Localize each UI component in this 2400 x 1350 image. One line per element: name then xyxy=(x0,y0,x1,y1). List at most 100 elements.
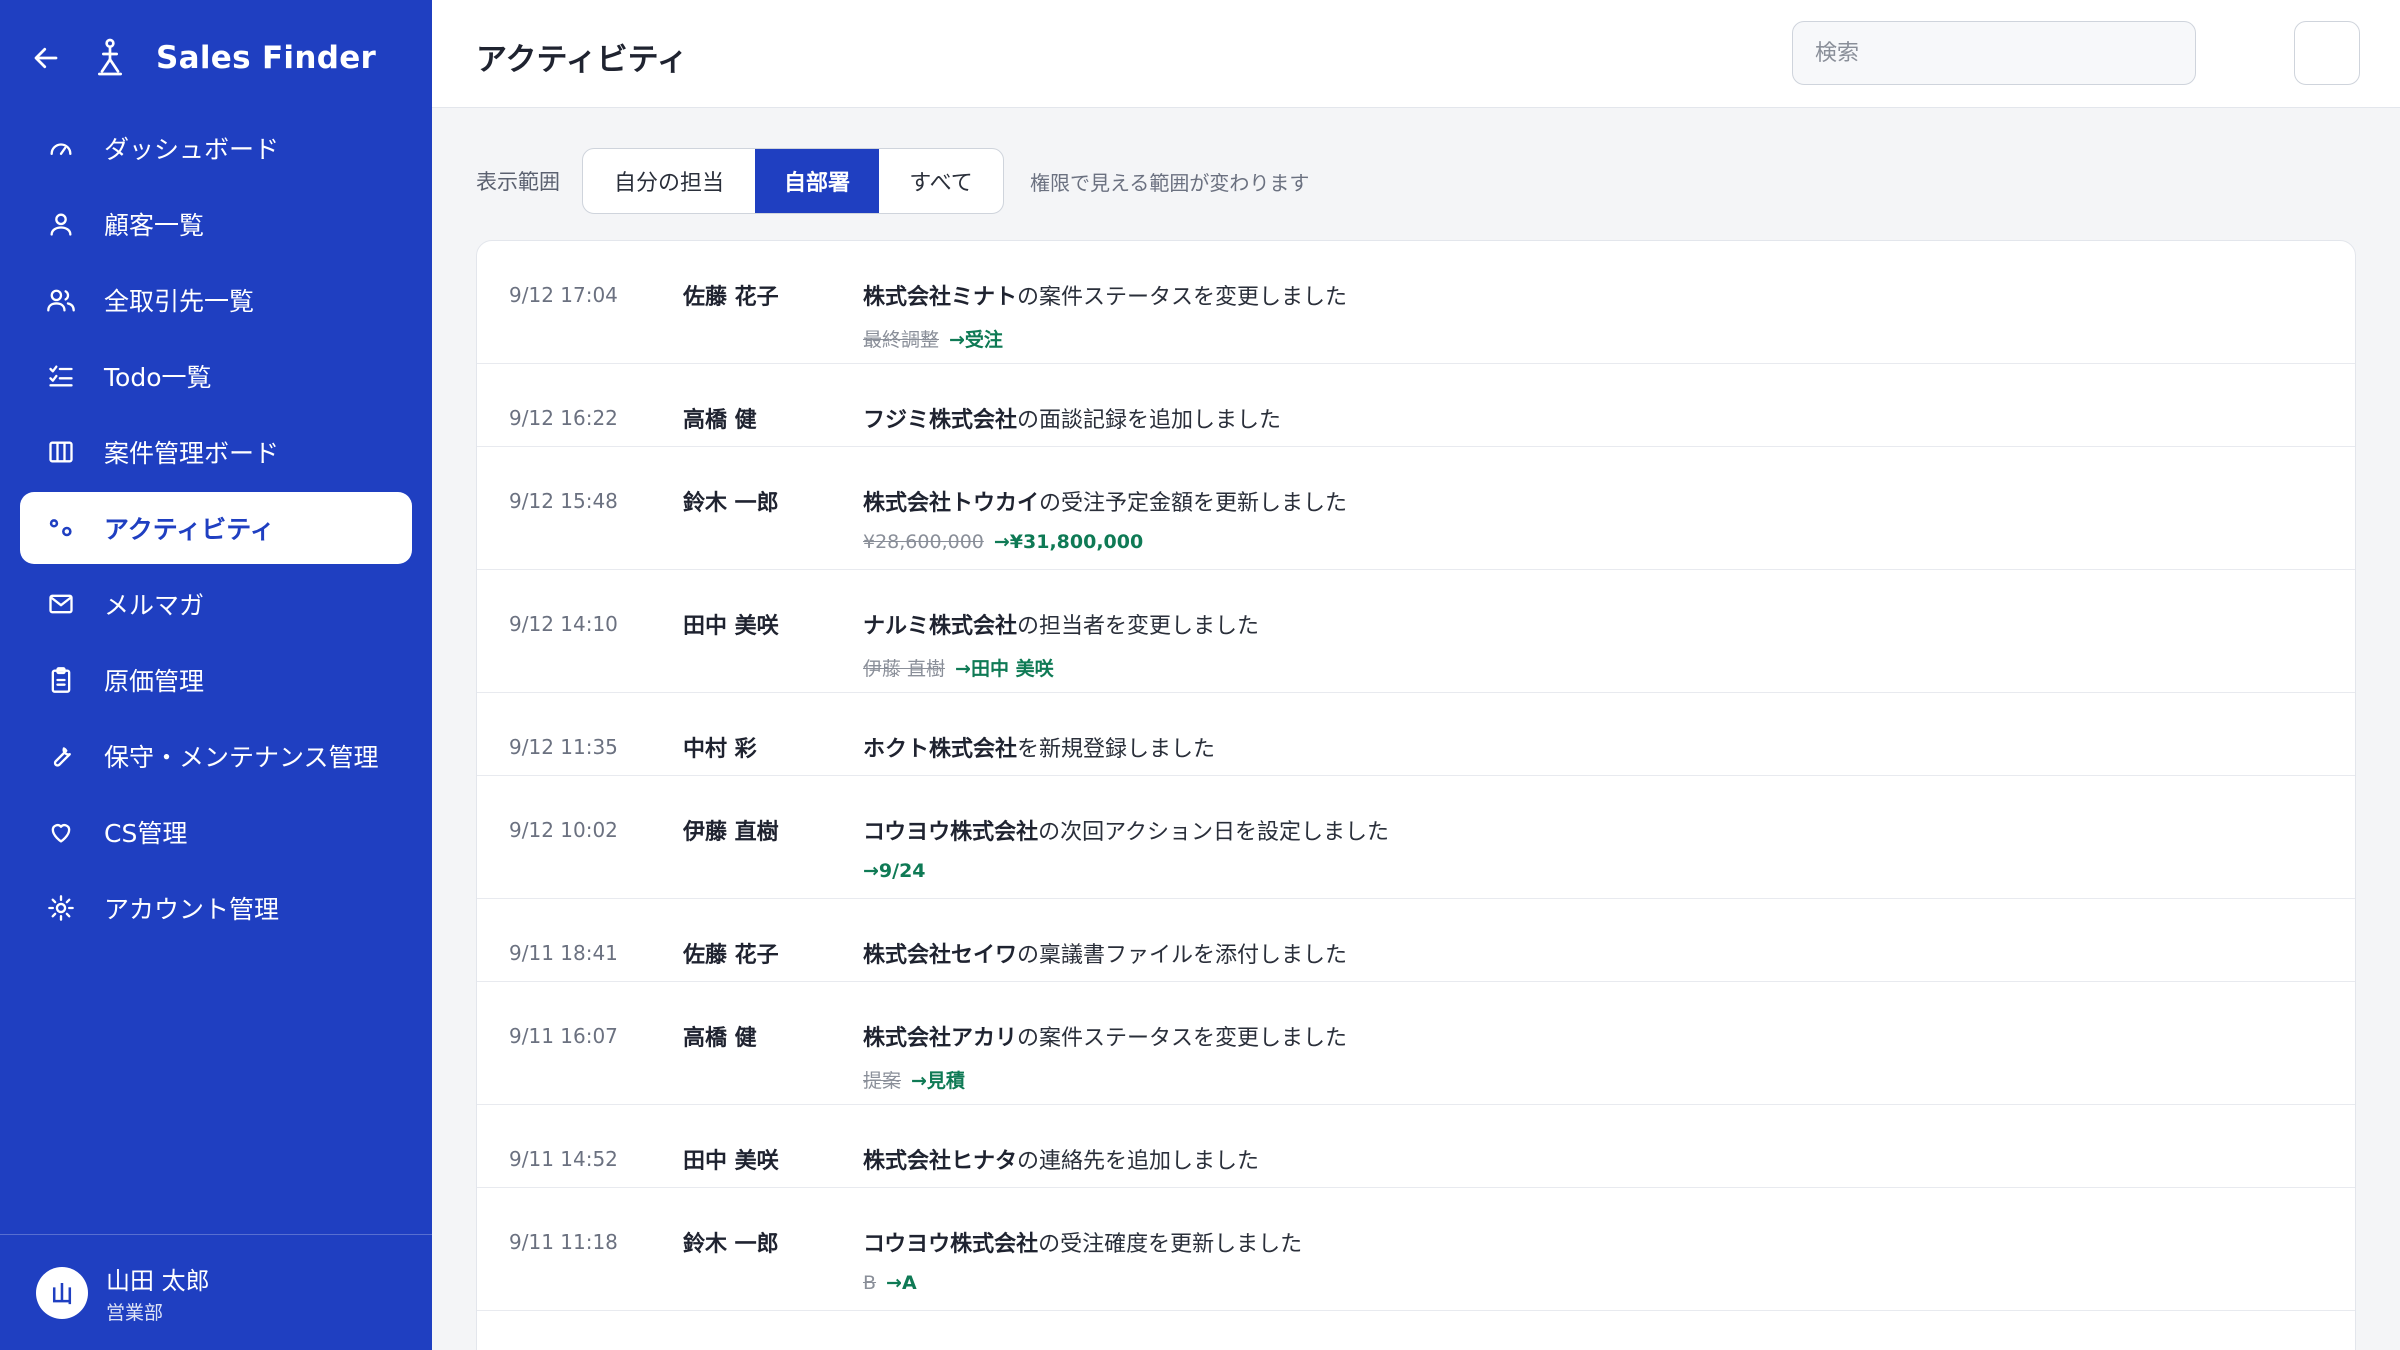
new-value: →受注 xyxy=(949,329,1003,351)
sidebar-item-label: 案件管理ボード xyxy=(104,439,280,468)
list-item[interactable]: 9/11 16:07 高橋 健 株式会社アカリの案件ステータスを変更しました 提… xyxy=(477,982,2355,1105)
list-item[interactable]: 9/11 18:41 佐藤 花子 株式会社セイワの稟議書ファイルを添付しました xyxy=(477,899,2355,982)
scope-filter-label: 表示範囲 xyxy=(476,170,560,194)
activity-message: 株式会社ヒナタの連絡先を追加しました xyxy=(863,1143,1259,1175)
activity-action: の案件ステータスを変更しました xyxy=(1017,285,1348,310)
page-title: アクティビティ xyxy=(476,42,688,78)
activity-time: 9/11 11:18 xyxy=(509,1230,618,1254)
activity-action: の受注確度を更新しました xyxy=(1038,1232,1303,1257)
sidebar-item-dashboard[interactable]: ダッシュボード xyxy=(20,112,412,184)
activity-time: 9/12 10:02 xyxy=(509,818,618,842)
activity-target[interactable]: 株式会社トウカイ xyxy=(863,491,1039,516)
sidebar-item-label: 顧客一覧 xyxy=(104,211,205,240)
avatar: 山 xyxy=(36,1266,88,1319)
list-item[interactable]: 9/12 10:02 伊藤 直樹 コウヨウ株式会社の次回アクション日を設定しまし… xyxy=(477,776,2355,899)
scope-option-all[interactable]: すべて xyxy=(879,149,1003,213)
activity-target[interactable]: 株式会社セイワ xyxy=(863,943,1017,968)
activity-time: 9/11 18:41 xyxy=(509,941,618,965)
sidebar-item-label: Todo一覧 xyxy=(104,363,212,392)
new-value: →¥31,800,000 xyxy=(993,531,1144,553)
activity-diff: ¥28,600,000 →¥31,800,000 xyxy=(863,531,1143,553)
activity-time: 9/12 16:22 xyxy=(509,406,618,430)
list-item[interactable]: 9/12 11:35 中村 彩 ホクト株式会社を新規登録しました xyxy=(477,693,2355,776)
current-user[interactable]: 山 山田 太郎 営業部 xyxy=(0,1234,432,1350)
activity-message: 株式会社セイワの稟議書ファイルを添付しました xyxy=(863,937,1347,969)
new-value: →田中 美咲 xyxy=(955,658,1054,680)
activity-message: ホクト株式会社を新規登録しました xyxy=(863,731,1215,763)
list-item[interactable]: 9/12 15:48 鈴木 一郎 株式会社トウカイの受注予定金額を更新しました … xyxy=(477,447,2355,570)
activity-time: 9/12 17:04 xyxy=(509,283,618,307)
back-arrow-icon[interactable] xyxy=(30,42,62,74)
sidebar-item-todo[interactable]: Todo一覧 xyxy=(20,340,412,412)
activity-actor: 伊藤 直樹 xyxy=(683,820,779,845)
activity-target[interactable]: コウヨウ株式会社 xyxy=(863,820,1038,845)
scope-hint: 権限で見える範囲が変わります xyxy=(1030,170,1310,195)
old-value: 伊藤 直樹 xyxy=(863,658,946,680)
activity-actor: 佐藤 花子 xyxy=(683,943,779,968)
mail-icon xyxy=(44,587,78,621)
activity-target[interactable]: コウヨウ株式会社 xyxy=(863,1232,1038,1257)
new-value: →9/24 xyxy=(863,860,926,882)
sidebar-item-newsletter[interactable]: メルマガ xyxy=(20,568,412,640)
list-item[interactable]: 9/12 14:10 田中 美咲 ナルミ株式会社の担当者を変更しました 伊藤 直… xyxy=(477,570,2355,693)
list-item[interactable]: 9/11 11:18 鈴木 一郎 コウヨウ株式会社の受注確度を更新しました B →… xyxy=(477,1188,2355,1311)
list-item[interactable]: 9/11 14:52 田中 美咲 株式会社ヒナタの連絡先を追加しました xyxy=(477,1105,2355,1188)
list-item[interactable]: 9/12 17:04 佐藤 花子 株式会社ミナトの案件ステータスを変更しました … xyxy=(477,241,2355,364)
old-value: 最終調整 xyxy=(863,329,940,351)
activity-actor: 中村 彩 xyxy=(683,737,757,762)
gear-icon xyxy=(44,891,78,925)
scope-option-department[interactable]: 自部署 xyxy=(755,149,879,213)
user-icon xyxy=(44,207,78,241)
activity-message: コウヨウ株式会社の受注確度を更新しました xyxy=(863,1226,1302,1258)
sidebar-item-label: 全取引先一覧 xyxy=(104,287,255,316)
sidebar-item-label: アカウント管理 xyxy=(104,895,280,924)
list-item[interactable]: 9/12 16:22 高橋 健 フジミ株式会社の面談記録を追加しました xyxy=(477,364,2355,447)
kanban-icon xyxy=(44,435,78,469)
sidebar-item-account-settings[interactable]: アカウント管理 xyxy=(20,872,412,944)
user-meta: 山田 太郎 営業部 xyxy=(106,1261,210,1325)
activity-target[interactable]: 株式会社ミナト xyxy=(863,285,1017,310)
sidebar-item-cost[interactable]: 原価管理 xyxy=(20,644,412,716)
activity-actor: 田中 美咲 xyxy=(683,614,779,639)
header-action-button[interactable] xyxy=(2294,21,2360,85)
scope-option-mine[interactable]: 自分の担当 xyxy=(583,149,755,213)
old-value: ¥28,600,000 xyxy=(863,531,984,553)
activity-target[interactable]: 株式会社アカリ xyxy=(863,1026,1017,1051)
activity-target[interactable]: 株式会社ヒナタ xyxy=(863,1149,1017,1174)
sidebar-item-label: アクティビティ xyxy=(104,515,275,544)
activity-message: フジミ株式会社の面談記録を追加しました xyxy=(863,402,1281,434)
user-name: 山田 太郎 xyxy=(106,1266,210,1295)
activity-time: 9/11 14:52 xyxy=(509,1147,618,1171)
activity-list: 9/12 17:04 佐藤 花子 株式会社ミナトの案件ステータスを変更しました … xyxy=(476,240,2356,1350)
activity-action: の面談記録を追加しました xyxy=(1017,408,1282,433)
old-value: B xyxy=(863,1272,877,1294)
activity-time: 9/12 15:48 xyxy=(509,489,618,513)
search-input[interactable] xyxy=(1792,21,2196,85)
activity-diff: 最終調整 →受注 xyxy=(863,325,1003,352)
activity-message: ナルミ株式会社の担当者を変更しました xyxy=(863,608,1259,640)
activity-message: コウヨウ株式会社の次回アクション日を設定しました xyxy=(863,814,1389,846)
sidebar-item-label: 原価管理 xyxy=(104,667,205,696)
activity-time: 9/12 14:10 xyxy=(509,612,618,636)
activity-target[interactable]: ホクト株式会社 xyxy=(863,737,1017,762)
activity-actor: 田中 美咲 xyxy=(683,1149,779,1174)
sidebar-item-cs[interactable]: CS管理 xyxy=(20,796,412,868)
sidebar-item-deal-board[interactable]: 案件管理ボード xyxy=(20,416,412,488)
sidebar: Sales Finder ダッシュボード 顧客一覧 全取引先一覧 Todo一覧 … xyxy=(0,0,432,1350)
sidebar-item-accounts[interactable]: 全取引先一覧 xyxy=(20,264,412,336)
activity-time: 9/11 16:07 xyxy=(509,1024,618,1048)
users-icon xyxy=(44,283,78,317)
activity-target[interactable]: ナルミ株式会社 xyxy=(863,614,1017,639)
old-value: 提案 xyxy=(863,1070,902,1092)
scope-filter: 表示範囲 自分の担当 自部署 すべて 権限で見える範囲が変わります xyxy=(476,148,1309,214)
activity-message: 株式会社ミナトの案件ステータスを変更しました xyxy=(863,279,1347,311)
activity-icon xyxy=(44,511,78,545)
sidebar-item-label: ダッシュボード xyxy=(104,135,280,164)
sidebar-item-activity[interactable]: アクティビティ xyxy=(20,492,412,564)
activity-actor: 鈴木 一郎 xyxy=(683,491,779,516)
clipboard-icon xyxy=(44,663,78,697)
activity-target[interactable]: フジミ株式会社 xyxy=(863,408,1017,433)
sidebar-item-customers[interactable]: 顧客一覧 xyxy=(20,188,412,260)
sidebar-item-maintenance[interactable]: 保守・メンテナンス管理 xyxy=(20,720,412,792)
app-name: Sales Finder xyxy=(156,40,377,76)
